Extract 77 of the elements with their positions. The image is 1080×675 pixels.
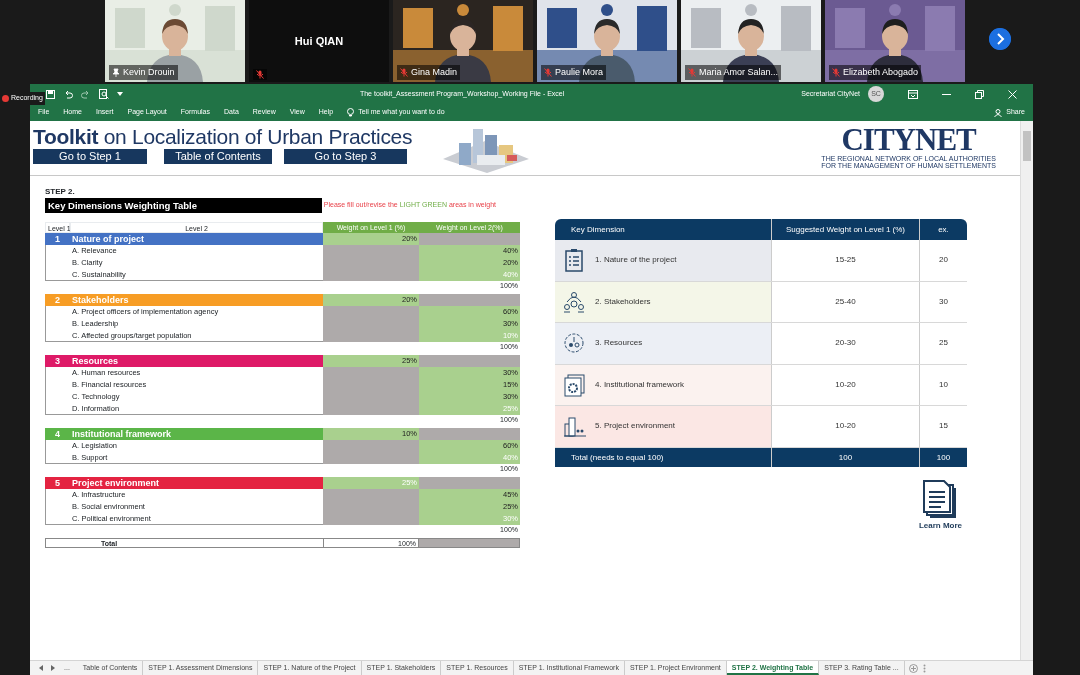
table-cell: 20-30 [771,323,919,364]
table-cell: 10 [919,364,967,405]
section-title: Project environment [70,477,323,489]
previous-sheet-icon[interactable] [38,665,44,671]
table-cell [45,330,70,342]
save-icon[interactable] [46,89,55,99]
nav-button[interactable]: Go to Step 3 [284,149,407,164]
people-network-icon [563,289,587,314]
column-header: Key Dimension [570,224,626,236]
participant-name: Maria Amor Salan... [699,65,779,79]
table-cell [45,513,70,525]
section-title: Institutional framework [70,428,323,440]
dimension-label: 4. Institutional framework [595,378,684,391]
table-cell: 25-40 [771,281,919,322]
table-cell: 10-20 [771,364,919,405]
table-cell: 20 [919,240,967,281]
muted-microphone-icon [832,67,840,77]
next-page-button[interactable] [989,28,1011,50]
dimension-label: 5. Project environment [595,420,676,433]
gear-window-icon [563,372,587,397]
section-title: Nature of project [70,233,323,245]
restore-icon[interactable] [975,89,984,99]
more-options-icon[interactable] [922,663,926,673]
dimension-label: 1. Nature of the project [595,254,677,267]
table-cell: 30 [919,281,967,322]
participant-name: Paulie Mora [555,65,604,79]
dimension-label: 3. Resources [595,337,643,350]
add-sheet-icon[interactable] [908,663,918,673]
document-icon[interactable] [922,479,959,520]
nav-button[interactable]: Table of Contents [164,149,272,164]
table-title: Key Dimensions Weighting Table [45,198,322,213]
section-number: 3 [45,355,70,367]
ribbon-display-icon[interactable] [908,89,918,99]
lightbulb-icon [347,108,355,117]
recording-icon [2,94,9,102]
scrollbar[interactable] [1020,121,1033,660]
muted-microphone-icon [688,67,696,77]
dropdown-icon[interactable] [117,91,123,97]
logo-text: CITYNET [841,125,976,155]
table-cell [45,403,70,415]
undo-icon[interactable] [63,89,73,99]
banner-title: Toolkit on Localization of Urban Practices [33,125,413,149]
participant-name: Kevin Drouin [123,65,175,79]
next-sheet-icon[interactable] [50,665,56,671]
table-cell-text: Total (needs to equal 100) [570,451,665,464]
buildings-icon [563,414,587,439]
print-preview-icon[interactable] [99,89,109,99]
resources-icon [563,331,587,356]
muted-microphone-icon [400,67,408,77]
muted-microphone-icon [544,67,552,77]
nav-button[interactable]: Go to Step 1 [33,149,147,164]
participant-name: Hui QIAN [294,33,344,49]
table-cell: 25 [919,323,967,364]
section-title: Stakeholders [70,294,323,306]
table-cell [45,269,70,281]
column-header: ex. [919,219,967,240]
section-number: 1 [45,233,70,245]
table-cell: 10-20 [771,406,919,447]
pin-icon [112,67,120,77]
learn-more-link[interactable]: Learn More [918,519,962,532]
table-cell: 15-25 [771,240,919,281]
close-icon[interactable] [1008,89,1017,99]
table-cell: 100 [919,447,967,467]
redo-icon[interactable] [81,89,91,99]
table-cell [45,452,70,464]
section-title: Resources [70,355,323,367]
person-icon [994,108,1003,117]
table-cell: 100 [771,447,919,467]
step-label: STEP 2. [45,186,76,198]
section-number: 5 [45,477,70,489]
participant-name: Elizabeth Abogado [843,65,919,79]
section-number: 2 [45,294,70,306]
participant-name: Gina Madin [411,65,458,79]
column-header: Suggested Weight on Level 1 (%) [771,219,919,240]
dimension-label: 2. Stakeholders [595,295,651,308]
table-cell: 15 [919,406,967,447]
section-number: 4 [45,428,70,440]
